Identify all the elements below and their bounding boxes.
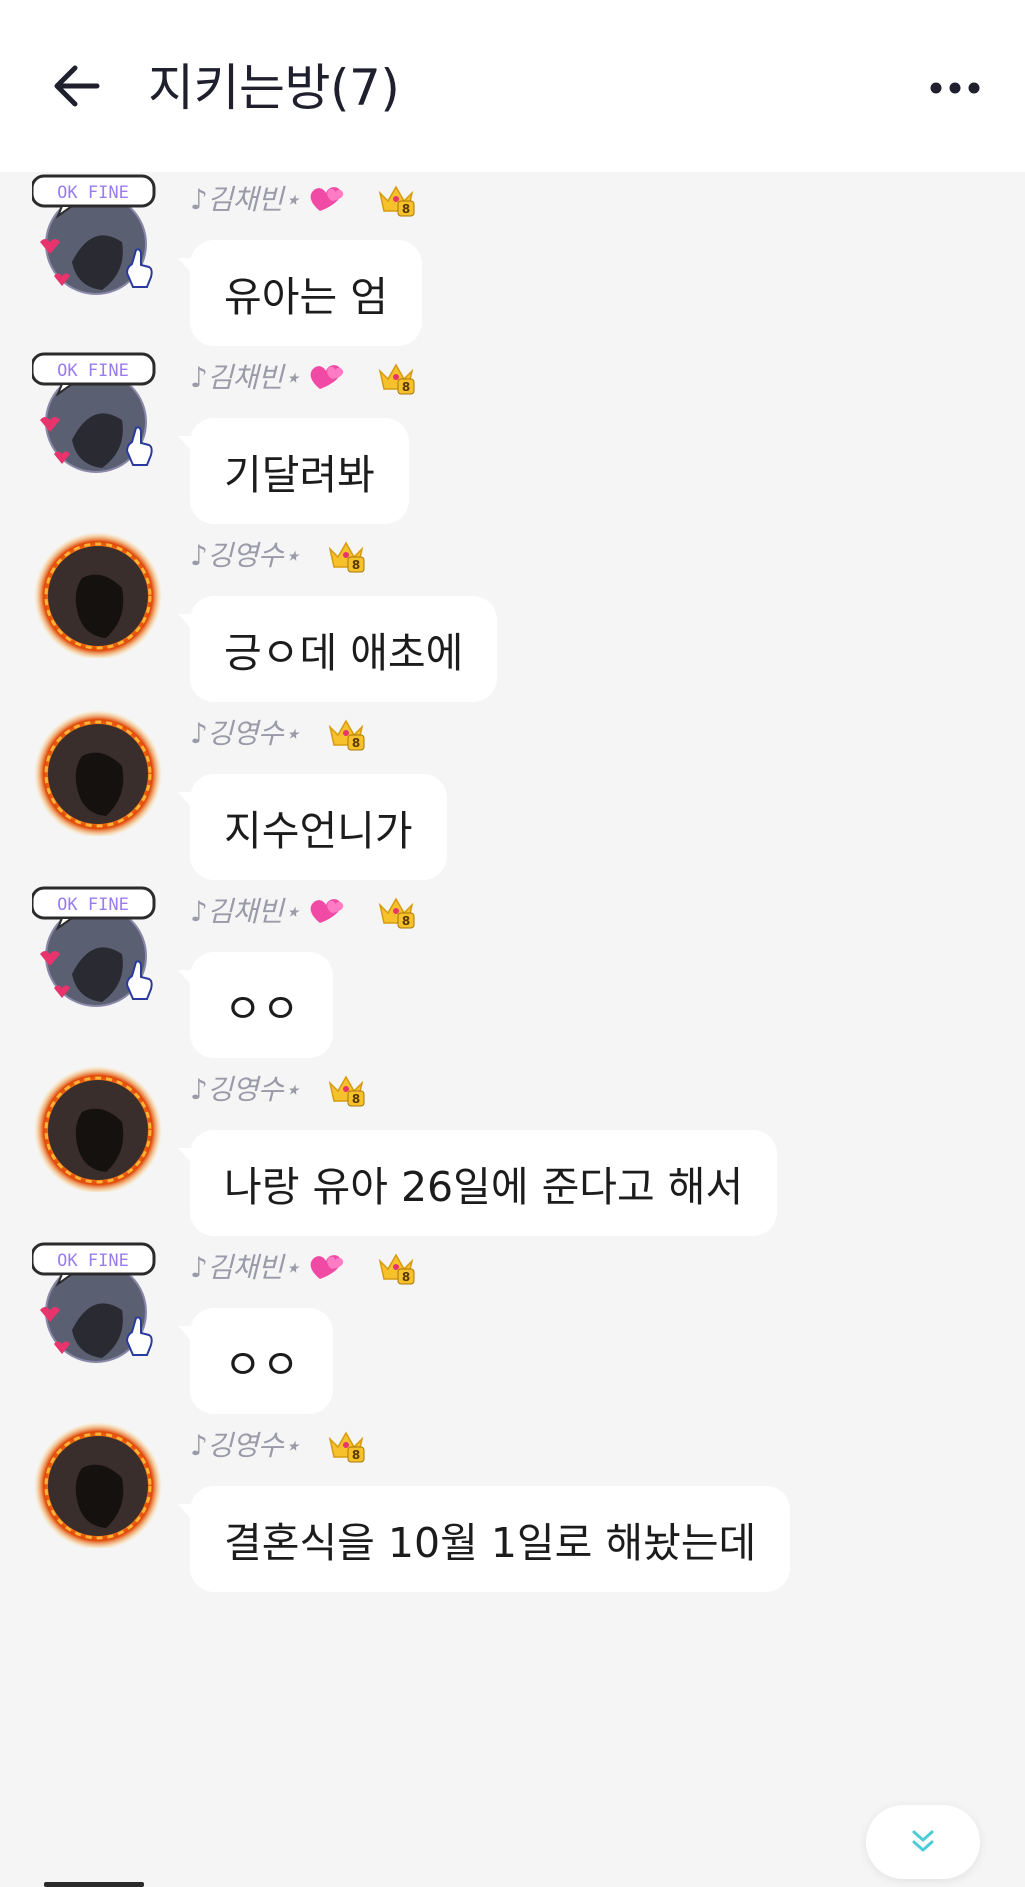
- pink-heart-icon: [310, 187, 344, 211]
- back-button[interactable]: [42, 52, 110, 120]
- sender-name[interactable]: ♪김채빈⋆: [190, 178, 301, 218]
- message-item: ♪깅영수⋆ 8 긍ㅇ데 애초에: [0, 528, 1025, 728]
- ok-fine-sticker-text: OK FINE: [57, 1251, 129, 1271]
- double-chevron-down-icon: [912, 1830, 934, 1852]
- crown-level-8-icon: 8: [378, 185, 415, 217]
- crown-level-8-icon: 8: [328, 1075, 365, 1107]
- ok-fine-avatar-icon[interactable]: OK FINE: [32, 884, 162, 1014]
- ok-fine-sticker-text: OK FINE: [57, 361, 129, 381]
- crown-level-8-icon: 8: [328, 719, 365, 751]
- message-item: OK FINE ♪김채빈⋆ 8 유아는 엄: [0, 172, 1025, 372]
- message-bubble[interactable]: ㅇㅇ: [177, 952, 334, 1058]
- crown-level-8-icon: 8: [328, 541, 365, 573]
- message-bubble[interactable]: ㅇㅇ: [177, 1308, 334, 1414]
- ok-fine-avatar-icon[interactable]: OK FINE: [32, 350, 162, 480]
- svg-text:8: 8: [402, 202, 410, 216]
- ok-fine-avatar-icon[interactable]: OK FINE: [32, 172, 162, 302]
- chat-room-title: 지키는방(7): [148, 59, 400, 117]
- sender-name[interactable]: ♪깅영수⋆: [190, 1068, 301, 1108]
- fire-ring-avatar-icon[interactable]: [32, 1418, 162, 1548]
- sender-name[interactable]: ♪김채빈⋆: [190, 356, 301, 396]
- fire-ring-avatar-icon[interactable]: [32, 1062, 162, 1192]
- sender-name[interactable]: ♪김채빈⋆: [190, 1246, 301, 1286]
- svg-text:8: 8: [402, 1270, 410, 1284]
- svg-text:8: 8: [402, 380, 410, 394]
- arrow-left-icon: [54, 65, 100, 107]
- fire-ring-avatar-icon[interactable]: [32, 528, 162, 658]
- message-bubble[interactable]: 기달려봐: [178, 418, 409, 524]
- sender-name[interactable]: ♪깅영수⋆: [190, 534, 301, 574]
- message-item: OK FINE ♪김채빈⋆ 8 ㅇㅇ: [0, 884, 1025, 1084]
- ok-fine-sticker-text: OK FINE: [57, 183, 129, 203]
- message-item: ♪깅영수⋆ 8 나랑 유아 26일에 준다고 해서: [0, 1062, 1025, 1262]
- sender-row: ♪깅영수⋆ 8: [190, 1066, 366, 1110]
- ok-fine-avatar-icon[interactable]: OK FINE: [32, 1240, 162, 1370]
- svg-text:8: 8: [352, 736, 360, 750]
- svg-text:8: 8: [402, 914, 410, 928]
- svg-text:8: 8: [352, 558, 360, 572]
- sender-row: ♪김채빈⋆ 8: [190, 354, 416, 398]
- message-item: OK FINE ♪김채빈⋆ 8 기달려봐: [0, 350, 1025, 550]
- message-bubble[interactable]: 나랑 유아 26일에 준다고 해서: [177, 1130, 778, 1236]
- scroll-to-bottom-button[interactable]: [866, 1805, 980, 1879]
- message-bubble[interactable]: 유아는 엄: [178, 240, 422, 346]
- more-options-button[interactable]: [915, 58, 995, 118]
- next-message-avatar-peek: [44, 1882, 144, 1887]
- message-bubble[interactable]: 긍ㅇ데 애초에: [177, 596, 498, 702]
- crown-level-8-icon: 8: [378, 1253, 415, 1285]
- sender-name[interactable]: ♪깅영수⋆: [190, 1424, 301, 1464]
- sender-row: ♪깅영수⋆ 8: [190, 1422, 366, 1466]
- sender-row: ♪김채빈⋆ 8: [190, 888, 416, 932]
- crown-level-8-icon: 8: [328, 1431, 365, 1463]
- more-horizontal-icon: [930, 82, 980, 94]
- svg-text:8: 8: [352, 1448, 360, 1462]
- message-item: OK FINE ♪김채빈⋆ 8 ㅇㅇ: [0, 1240, 1025, 1440]
- sender-row: ♪김채빈⋆ 8: [190, 176, 416, 220]
- message-list[interactable]: OK FINE ♪김채빈⋆ 8 유아는 엄 OK FINE ♪김채빈⋆ 8 기달…: [0, 172, 1025, 1887]
- svg-text:8: 8: [352, 1092, 360, 1106]
- message-item: ♪깅영수⋆ 8 결혼식을 10월 1일로 해놨는데: [0, 1418, 1025, 1618]
- message-item: ♪깅영수⋆ 8 지수언니가: [0, 706, 1025, 906]
- pink-heart-icon: [310, 1255, 344, 1279]
- sender-row: ♪김채빈⋆ 8: [190, 1244, 416, 1288]
- ok-fine-sticker-text: OK FINE: [57, 895, 129, 915]
- pink-heart-icon: [310, 899, 344, 923]
- chat-header: 지키는방(7): [0, 0, 1025, 172]
- sender-name[interactable]: ♪깅영수⋆: [190, 712, 301, 752]
- sender-row: ♪깅영수⋆ 8: [190, 532, 366, 576]
- crown-level-8-icon: 8: [378, 897, 415, 929]
- fire-ring-avatar-icon[interactable]: [32, 706, 162, 836]
- pink-heart-icon: [310, 365, 344, 389]
- sender-name[interactable]: ♪김채빈⋆: [190, 890, 301, 930]
- crown-level-8-icon: 8: [378, 363, 415, 395]
- message-bubble[interactable]: 결혼식을 10월 1일로 해놨는데: [177, 1486, 791, 1592]
- message-bubble[interactable]: 지수언니가: [178, 774, 447, 880]
- sender-row: ♪깅영수⋆ 8: [190, 710, 366, 754]
